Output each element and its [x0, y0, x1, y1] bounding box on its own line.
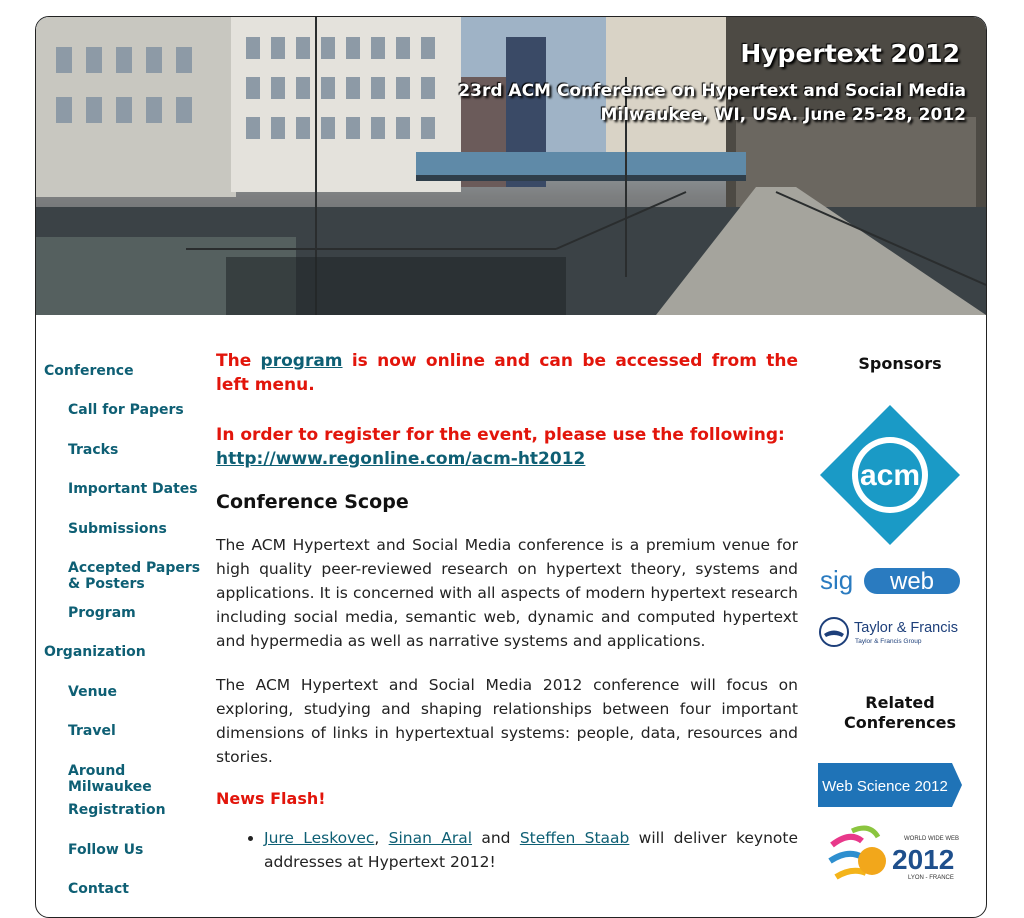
page-frame: Hypertext 2012 23rd ACM Conference on Hy…	[35, 16, 987, 918]
tf-name-text: Taylor & Francis	[854, 620, 958, 636]
menu-item-travel[interactable]: Travel	[68, 723, 213, 739]
scope-paragraph-1: The ACM Hypertext and Social Media confe…	[216, 536, 798, 650]
web-science-2012-logo[interactable]: Web Science 2012	[818, 763, 962, 807]
program-online-notice: The program is now online and can be acc…	[216, 349, 798, 397]
sigweb-sig-text: sig	[820, 565, 853, 595]
scope-paragraph-2: The ACM Hypertext and Social Media 2012 …	[216, 676, 798, 766]
keynote-link-leskovec[interactable]: Jure Leskovec	[264, 829, 374, 847]
acm-logo-text: acm	[860, 459, 920, 492]
conference-subtitle-line1: 23rd ACM Conference on Hypertext and Soc…	[458, 81, 966, 101]
www-place-text: LYON - FRANCE	[908, 875, 954, 881]
conference-subtitle: 23rd ACM Conference on Hypertext and Soc…	[458, 79, 966, 127]
notice-text: The	[216, 351, 261, 371]
www-small-text: WORLD WIDE WEB	[904, 836, 959, 842]
registration-notice: In order to register for the event, plea…	[216, 423, 798, 471]
program-link[interactable]: program	[261, 351, 343, 371]
tf-group-text: Taylor & Francis Group	[855, 638, 922, 645]
menu-item-contact[interactable]: Contact	[68, 881, 213, 897]
acm-logo[interactable]: acm	[818, 403, 962, 547]
conference-subtitle-line2: Milwaukee, WI, USA. June 25-28, 2012	[600, 105, 966, 125]
registration-notice-text: In order to register for the event, plea…	[216, 425, 785, 445]
menu-item-around-milwaukee[interactable]: Around Milwaukee	[68, 763, 213, 795]
taylor-francis-logo[interactable]: Taylor & Francis Taylor & Francis Group	[818, 615, 968, 651]
menu-item-accepted-papers[interactable]: Accepted Papers & Posters	[68, 560, 213, 592]
www-year-text: 2012	[892, 844, 954, 875]
registration-link[interactable]: http://www.regonline.com/acm-ht2012	[216, 449, 585, 469]
keynote-link-aral[interactable]: Sinan Aral	[389, 829, 472, 847]
scope-heading: Conference Scope	[216, 491, 409, 513]
news-list: Jure Leskovec, Sinan Aral and Steffen St…	[216, 826, 798, 874]
keynote-link-staab[interactable]: Steffen Staab	[520, 829, 630, 847]
news-text: ,	[374, 829, 389, 847]
menu-item-follow-us[interactable]: Follow Us	[68, 842, 213, 858]
menu-item-venue[interactable]: Venue	[68, 684, 213, 700]
menu-item-important-dates[interactable]: Important Dates	[68, 481, 213, 497]
news-item: Jure Leskovec, Sinan Aral and Steffen St…	[264, 826, 798, 874]
menu-item-program[interactable]: Program	[68, 605, 213, 621]
sigweb-logo[interactable]: sig web	[818, 565, 962, 597]
menu-item-submissions[interactable]: Submissions	[68, 521, 213, 537]
news-text: and	[472, 829, 520, 847]
header-banner: Hypertext 2012 23rd ACM Conference on Hy…	[36, 17, 986, 315]
sponsors-heading: Sponsors	[858, 354, 942, 373]
sigweb-web-text: web	[889, 568, 934, 595]
menu-item-registration[interactable]: Registration	[68, 802, 213, 818]
related-conferences-heading: Related Conferences	[844, 693, 956, 732]
www-2012-logo[interactable]: WORLD WIDE WEB 2012 LYON - FRANCE	[822, 823, 962, 893]
news-heading: News Flash!	[216, 789, 326, 808]
menu-item-organization[interactable]: Organization	[44, 644, 146, 660]
menu-item-tracks[interactable]: Tracks	[68, 442, 213, 458]
menu-item-conference[interactable]: Conference	[44, 363, 134, 379]
menu-item-call-for-papers[interactable]: Call for Papers	[68, 402, 213, 418]
web-science-text: Web Science 2012	[822, 778, 948, 795]
main-content: The program is now online and can be acc…	[216, 349, 798, 874]
conference-title: Hypertext 2012	[740, 39, 960, 68]
